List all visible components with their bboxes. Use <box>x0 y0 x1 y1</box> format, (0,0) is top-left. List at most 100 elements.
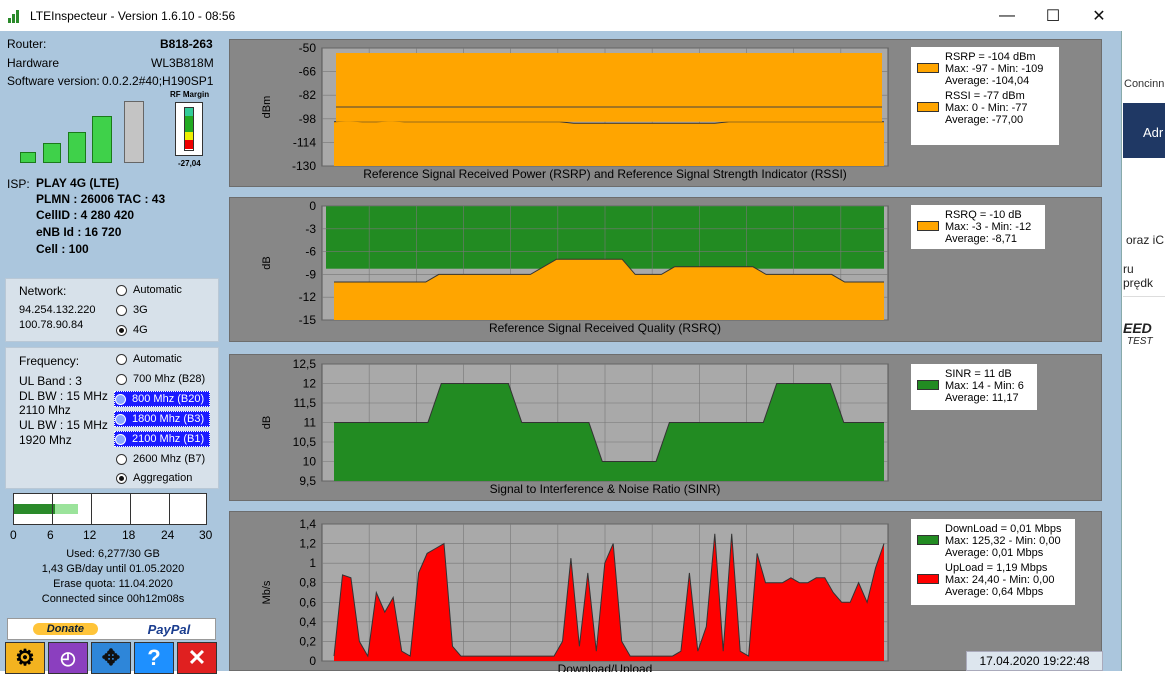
legend-text: Average: -77,00 <box>945 114 1024 126</box>
y-tick-label: -6 <box>305 245 316 259</box>
y-tick-label: 0,8 <box>299 576 316 590</box>
frequency-label: Frequency: <box>19 354 80 368</box>
freq-radio-b1[interactable]: 2100 Mhz (B1) <box>114 431 210 447</box>
chart-title: Reference Signal Received Power (RSRP) a… <box>363 167 847 181</box>
bg-logo: EED <box>1123 320 1152 336</box>
y-tick-label: -66 <box>299 65 317 79</box>
freq-radio-b3[interactable]: 1800 Mhz (B3) <box>114 411 210 427</box>
download-upload-chart: 1,4 1,2 1 0,8 0,6 0,4 0,2 0 Mb/s Download/Upload D… <box>229 511 1102 672</box>
freq-radio-automatic[interactable]: Automatic <box>116 353 182 365</box>
legend-swatch <box>917 535 939 545</box>
settings-gear-icon[interactable]: ⚙ <box>5 642 45 674</box>
paypal-label: PayPal <box>147 621 191 637</box>
legend-swatch <box>917 221 939 231</box>
usage-tick: 30 <box>199 528 213 542</box>
legend-text: DownLoad = 0,01 Mbps <box>945 523 1062 535</box>
y-tick-label: -82 <box>299 88 317 102</box>
y-tick-label: -9 <box>305 267 316 281</box>
router-value: B818-263 <box>160 37 213 51</box>
y-tick-label: -98 <box>299 112 317 126</box>
rf-margin-value: -27,04 <box>178 159 201 168</box>
enb-value: eNB Id : 16 720 <box>36 225 122 239</box>
legend-swatch <box>917 380 939 390</box>
network-radio-3g[interactable]: 3G <box>116 304 148 316</box>
ip-address-1: 94.254.132.220 <box>19 304 96 316</box>
bg-logo: TEST <box>1127 336 1153 347</box>
y-tick-label: 10,5 <box>293 435 317 449</box>
legend-text: RSRP = -104 dBm <box>945 51 1036 63</box>
y-tick-label: 0,4 <box>299 615 316 629</box>
help-icon[interactable]: ? <box>134 642 174 674</box>
legend-text: Max: 0 - Min: -77 <box>945 102 1028 114</box>
y-tick-label: -15 <box>299 313 317 327</box>
y-axis-label: dBm <box>261 96 273 119</box>
exit-icon[interactable]: ✕ <box>177 642 217 674</box>
usage-connected: Connected since 00h12m08s <box>41 593 185 605</box>
ul-bw: UL BW : 15 MHz <box>19 418 108 432</box>
legend-entry: RSRP = -104 dBm Max: -97 - Min: -109 Avera… <box>917 51 1053 87</box>
legend-text: Average: 11,17 <box>945 392 1019 404</box>
legend-entry: UpLoad = 1,19 Mbps Max: 24,40 - Min: 0,00… <box>917 562 1069 598</box>
legend-text: Max: 24,40 - Min: 0,00 <box>945 574 1055 586</box>
dl-freq: 2110 Mhz <box>19 403 71 417</box>
y-tick-label: 1 <box>309 556 316 570</box>
bg-text: oraz iC <box>1126 233 1165 247</box>
legend-swatch <box>917 102 939 112</box>
usage-used-text: Used: 6,277/30 GB <box>66 548 160 560</box>
bg-text: ru prędk <box>1123 262 1154 290</box>
close-window-button[interactable]: ✕ <box>1076 0 1122 31</box>
legend-text: SINR = 11 dB <box>945 368 1012 380</box>
legend-text: Average: 0,01 Mbps <box>945 547 1044 559</box>
usage-used-bar <box>14 504 55 514</box>
title-bar: LTEInspecteur - Version 1.6.10 - 08:56 —… <box>0 0 1122 31</box>
donate-paypal-button[interactable]: Donate PayPal <box>7 618 216 640</box>
isp-label: ISP: <box>7 177 30 191</box>
donate-label: Donate <box>32 623 99 635</box>
series-area <box>334 121 884 166</box>
y-tick-label: -50 <box>299 41 317 55</box>
minimize-button[interactable]: — <box>984 0 1030 31</box>
legend-text: RSSI = -77 dBm <box>945 90 1025 102</box>
freq-radio-aggregation[interactable]: Aggregation <box>116 472 192 484</box>
y-tick-label: 11 <box>304 416 317 430</box>
y-axis-label: dB <box>261 256 273 269</box>
legend-text: Average: 0,64 Mbps <box>945 586 1044 598</box>
hardware-label: Hardware <box>7 56 60 70</box>
network-radio-automatic[interactable]: Automatic <box>116 284 182 296</box>
rf-margin-label: RF Margin <box>170 90 210 99</box>
legend-entry: RSSI = -77 dBm Max: 0 - Min: -77 Average: … <box>917 90 1053 126</box>
legend-swatch <box>917 63 939 73</box>
speedometer-icon[interactable]: ◴ <box>48 642 88 674</box>
usage-info: Used: 6,277/30 GB 1,43 GB/day until 01.0… <box>0 547 226 607</box>
freq-radio-b28[interactable]: 700 Mhz (B28) <box>116 373 205 385</box>
y-tick-label: 11,5 <box>294 396 317 410</box>
freq-radio-b20[interactable]: 800 Mhz (B20) <box>114 391 210 407</box>
software-label: Software version: <box>7 74 100 88</box>
chart-legend: RSRP = -104 dBm Max: -97 - Min: -109 Avera… <box>911 47 1059 145</box>
signal-bars <box>20 99 150 163</box>
legend-text: Max: 125,32 - Min: 0,00 <box>945 535 1061 547</box>
legend-swatch <box>917 574 939 584</box>
plmn-value: PLMN : 26006 TAC : 43 <box>36 192 166 206</box>
freq-radio-b7[interactable]: 2600 Mhz (B7) <box>116 453 205 465</box>
y-tick-label: 12,5 <box>293 357 317 371</box>
ul-freq: 1920 Mhz <box>19 433 72 447</box>
network-radio-4g[interactable]: 4G <box>116 324 148 336</box>
maximize-button[interactable]: ☐ <box>1030 0 1076 31</box>
bg-banner: Adr <box>1123 103 1165 158</box>
hardware-value: WL3B818M <box>151 56 214 70</box>
frequency-panel: Frequency: UL Band : 3 DL BW : 15 MHz 21… <box>5 347 219 489</box>
y-axis-label: Mb/s <box>261 580 273 604</box>
chart-legend: SINR = 11 dB Max: 14 - Min: 6 Average: 11,… <box>911 364 1037 410</box>
signal-app-icon <box>8 8 24 24</box>
legend-entry: DownLoad = 0,01 Mbps Max: 125,32 - Min: 0… <box>917 523 1069 559</box>
legend-text: Max: -97 - Min: -109 <box>945 63 1044 75</box>
y-tick-label: 9,5 <box>299 474 316 488</box>
y-tick-label: -130 <box>292 159 316 173</box>
usage-per-day: 1,43 GB/day until 01.05.2020 <box>41 563 185 575</box>
isp-name: PLAY 4G (LTE) <box>36 176 120 190</box>
y-tick-label: -114 <box>293 135 316 149</box>
y-tick-label: -12 <box>299 290 317 304</box>
app-window: LTEInspecteur - Version 1.6.10 - 08:56 —… <box>0 0 1122 674</box>
expand-arrows-icon[interactable]: ✥ <box>91 642 131 674</box>
